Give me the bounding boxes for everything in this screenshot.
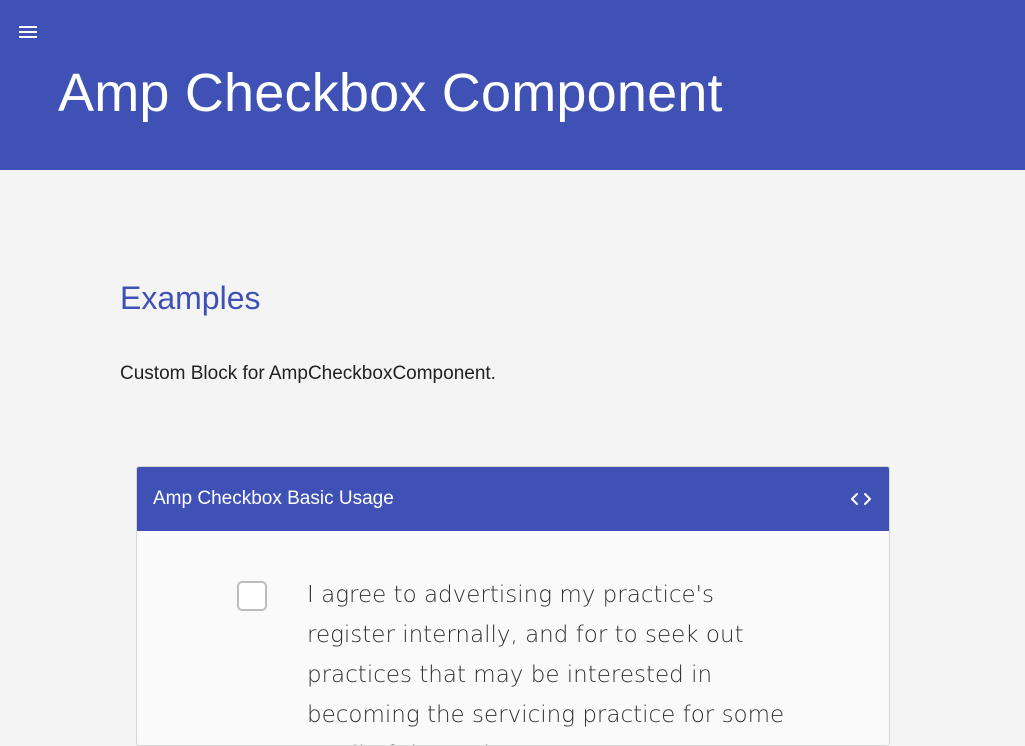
agree-checkbox-label[interactable]: I agree to advertising my practice's reg… <box>307 575 807 745</box>
example-card: Amp Checkbox Basic Usage I agree to adve… <box>136 466 890 746</box>
menu-bar <box>19 26 37 28</box>
agree-checkbox[interactable] <box>237 581 267 611</box>
page-title: Amp Checkbox Component <box>58 63 723 123</box>
example-card-title: Amp Checkbox Basic Usage <box>153 488 394 509</box>
main-content: Examples Custom Block for AmpCheckboxCom… <box>0 170 1025 746</box>
menu-bar <box>19 36 37 38</box>
menu-bar <box>19 31 37 33</box>
section-title: Examples <box>120 280 261 316</box>
example-card-body: I agree to advertising my practice's reg… <box>137 531 889 745</box>
page-header: Amp Checkbox Component <box>0 0 1025 170</box>
hamburger-menu-icon[interactable] <box>14 20 42 44</box>
example-card-header: Amp Checkbox Basic Usage <box>137 467 889 531</box>
section-description: Custom Block for AmpCheckboxComponent. <box>120 363 496 384</box>
code-brackets-icon[interactable] <box>849 487 873 511</box>
